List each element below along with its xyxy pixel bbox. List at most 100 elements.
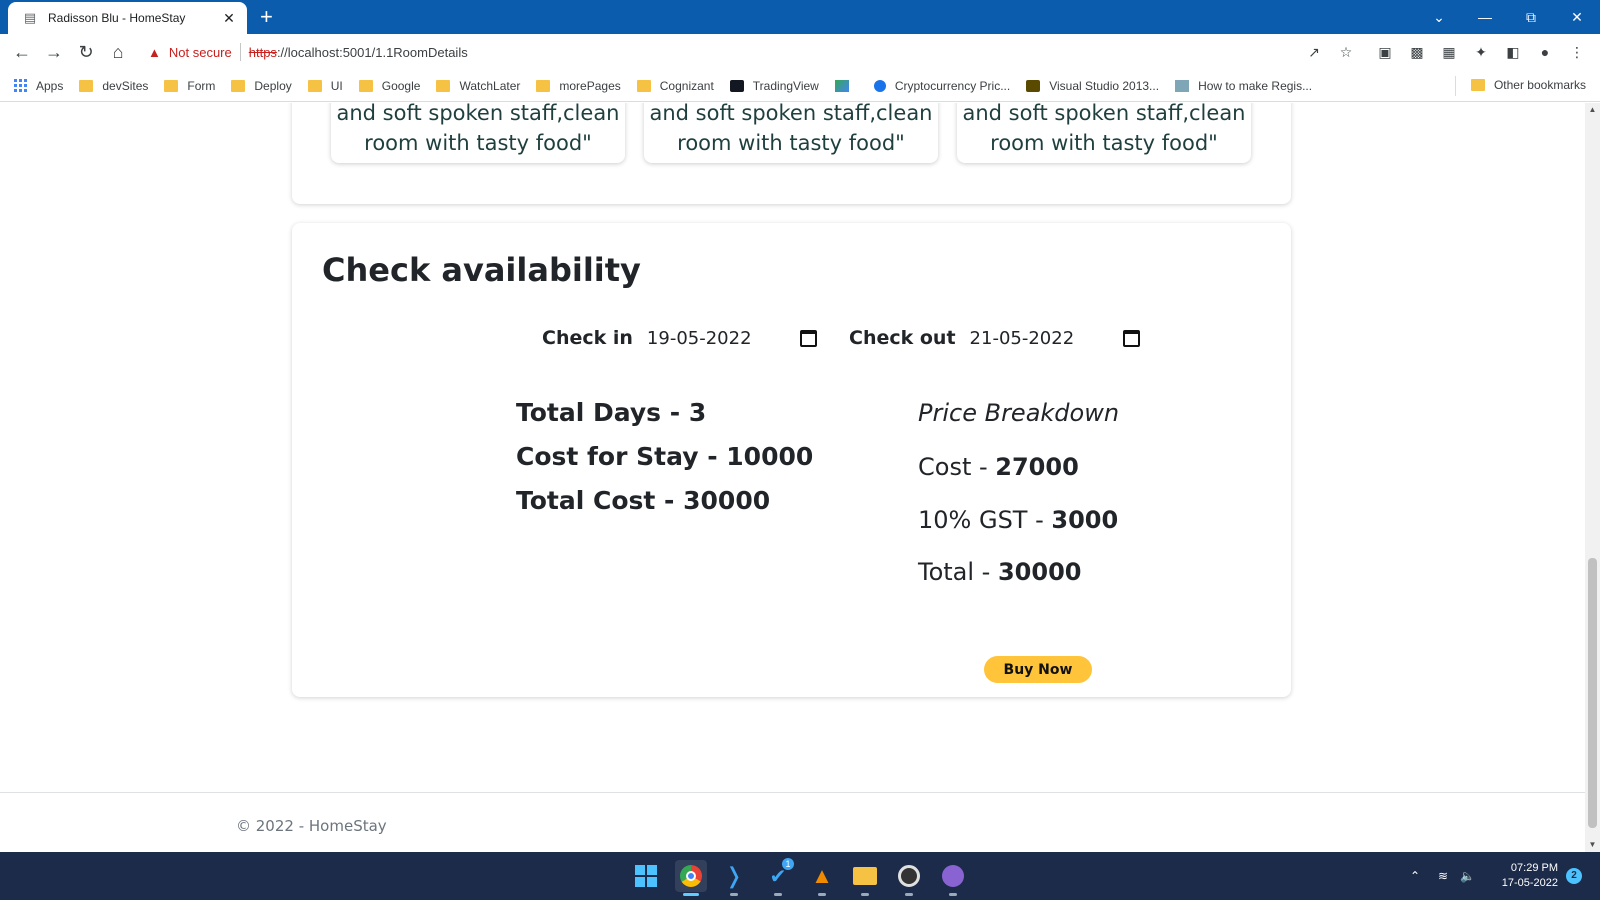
menu-icon[interactable]: ⋮ (1567, 42, 1587, 62)
reload-icon[interactable]: ↻ (74, 40, 98, 64)
apps-grid-icon (14, 78, 28, 93)
tab-search-icon[interactable]: ⌄ (1416, 0, 1462, 34)
taskbar-badge: 1 (782, 858, 794, 870)
chrome-taskbar-icon[interactable] (675, 860, 707, 896)
review-text-line: room with tasty food" (364, 131, 592, 155)
share-icon[interactable]: ↗ (1304, 42, 1324, 62)
price-total-line: Total - 30000 (918, 558, 1081, 586)
price-cost-value: 27000 (995, 453, 1079, 481)
folder-icon (358, 79, 373, 92)
avatar[interactable]: ● (1535, 42, 1555, 62)
bookmark-tradingview[interactable]: TradingView (729, 78, 819, 93)
windows-taskbar: ❭ ✔ 1 ▲ ⌃ ≋ 🔈 07:29 PM 17-05-2022 2 (0, 852, 1600, 900)
bookmark-morepages[interactable]: morePages (536, 78, 621, 93)
tools-taskbar-icon[interactable]: ✔ 1 (762, 858, 794, 896)
cast-icon[interactable]: ▣ (1375, 42, 1395, 62)
bookmark-visualstudio[interactable]: Visual Studio 2013... (1026, 79, 1159, 93)
new-tab-button[interactable]: + (260, 5, 273, 29)
buy-now-button[interactable]: Buy Now (984, 656, 1092, 683)
calendar-icon[interactable] (799, 329, 817, 347)
tray-chevron-icon[interactable]: ⌃ (1410, 852, 1420, 900)
bookmark-apps[interactable]: Apps (14, 78, 63, 93)
media-taskbar-icon[interactable] (893, 860, 925, 896)
bookmarks-bar: Apps devSites Form Deploy UI Google Watc… (0, 70, 1600, 102)
page-scrollbar[interactable]: ▲ ▼ (1585, 103, 1600, 852)
checkin-value[interactable]: 19-05-2022 (647, 328, 752, 349)
cost-for-stay: Cost for Stay - 10000 (516, 442, 814, 471)
scrollbar-thumb[interactable] (1588, 558, 1597, 828)
bookmark-ui[interactable]: UI (307, 78, 343, 93)
browser-titlebar: ▤ Radisson Blu - HomeStay ✕ + ⌄ — ⧉ ✕ (0, 0, 1600, 34)
review-text-line: room with tasty food" (677, 131, 905, 155)
scroll-down-icon[interactable]: ▼ (1585, 838, 1600, 852)
folder-icon (79, 79, 94, 92)
star-icon[interactable]: ☆ (1336, 42, 1356, 62)
bookmarks-divider (1455, 76, 1456, 96)
github-taskbar-icon[interactable] (937, 860, 969, 896)
extension-icon[interactable]: ▩ (1407, 42, 1427, 62)
other-bookmarks[interactable]: Other bookmarks (1470, 78, 1586, 92)
price-total-value: 30000 (997, 558, 1082, 586)
back-icon[interactable]: ← (10, 40, 34, 64)
clock-date: 17-05-2022 (1501, 877, 1558, 889)
checkin-group: Check in 19-05-2022 (542, 323, 817, 353)
bookmark-cognizant[interactable]: Cognizant (636, 79, 714, 93)
notification-badge[interactable]: 2 (1566, 868, 1582, 884)
puzzle-icon[interactable]: ✦ (1471, 42, 1491, 62)
bookmark-label: TradingView (752, 78, 819, 93)
file-explorer-taskbar-icon[interactable] (849, 860, 881, 896)
site-icon (1175, 79, 1190, 92)
bookmark-label: Google (381, 78, 421, 93)
bookmark-form[interactable]: Form (164, 79, 215, 93)
bookmark-label: UI (330, 78, 343, 93)
forward-icon[interactable]: → (42, 40, 66, 64)
bookmark-label: How to make Regis... (1198, 78, 1313, 93)
window-close-button[interactable]: ✕ (1554, 0, 1600, 34)
bookmark-deploy[interactable]: Deploy (231, 78, 292, 93)
translate-icon[interactable]: ▦ (1439, 42, 1459, 62)
sidepanel-icon[interactable]: ◧ (1503, 42, 1523, 62)
tab-close-icon[interactable]: ✕ (221, 10, 237, 27)
bookmark-crypto[interactable]: Cryptocurrency Pric... (873, 78, 1011, 93)
checkout-date-input[interactable]: 21-05-2022 (970, 323, 1140, 353)
address-bar[interactable]: ▲ Not secure https ://localhost:5001/1.1… (140, 38, 1340, 66)
review-text-line: and soft spoken staff,clean (962, 103, 1246, 125)
price-cost-label: Cost - (918, 453, 996, 481)
page-viewport: and soft spoken staff,clean room with ta… (0, 103, 1585, 852)
bookmark-google[interactable]: Google (358, 78, 421, 93)
warning-icon[interactable]: ▲ (148, 45, 161, 60)
checkin-date-input[interactable]: 19-05-2022 (647, 323, 817, 353)
url-scheme: https (248, 44, 277, 60)
wifi-icon[interactable]: ≋ (1438, 852, 1448, 900)
scroll-up-icon[interactable]: ▲ (1585, 103, 1600, 117)
restore-button[interactable]: ⧉ (1508, 0, 1554, 34)
bookmark-watchlater[interactable]: WatchLater (436, 79, 520, 93)
bookmark-label: Other bookmarks (1493, 78, 1586, 92)
clock-time: 07:29 PM (1510, 862, 1558, 874)
vlc-taskbar-icon[interactable]: ▲ (806, 860, 838, 896)
checkout-value[interactable]: 21-05-2022 (970, 328, 1075, 349)
bookmark-label: Cryptocurrency Pric... (894, 78, 1011, 93)
checkin-label: Check in (542, 327, 633, 349)
calendar-icon[interactable] (1122, 329, 1140, 347)
home-icon[interactable]: ⌂ (106, 40, 130, 64)
price-cost-line: Cost - 27000 (918, 453, 1079, 481)
bookmark-label: Deploy (254, 78, 292, 93)
bookmark-howto[interactable]: How to make Regis... (1175, 79, 1312, 93)
document-icon: ▤ (23, 10, 37, 25)
start-button[interactable] (630, 860, 662, 892)
browser-tab[interactable]: ▤ Radisson Blu - HomeStay ✕ (8, 2, 247, 34)
page-footer: © 2022 - HomeStay (0, 792, 1585, 852)
review-card: and soft spoken staff,clean room with ta… (957, 103, 1251, 163)
volume-icon[interactable]: 🔈 (1460, 852, 1475, 900)
total-cost: Total Cost - 30000 (516, 486, 771, 515)
minimize-button[interactable]: — (1462, 0, 1508, 34)
bookmark-chart[interactable] (834, 79, 858, 92)
coin-icon (873, 79, 886, 92)
taskbar-clock[interactable]: 07:29 PM 17-05-2022 (1492, 861, 1558, 891)
bookmark-devsites[interactable]: devSites (79, 79, 148, 93)
security-label[interactable]: Not secure (169, 45, 232, 60)
folder-icon (536, 79, 551, 92)
vscode-taskbar-icon[interactable]: ❭ (718, 860, 750, 896)
bookmark-label: morePages (559, 78, 621, 93)
